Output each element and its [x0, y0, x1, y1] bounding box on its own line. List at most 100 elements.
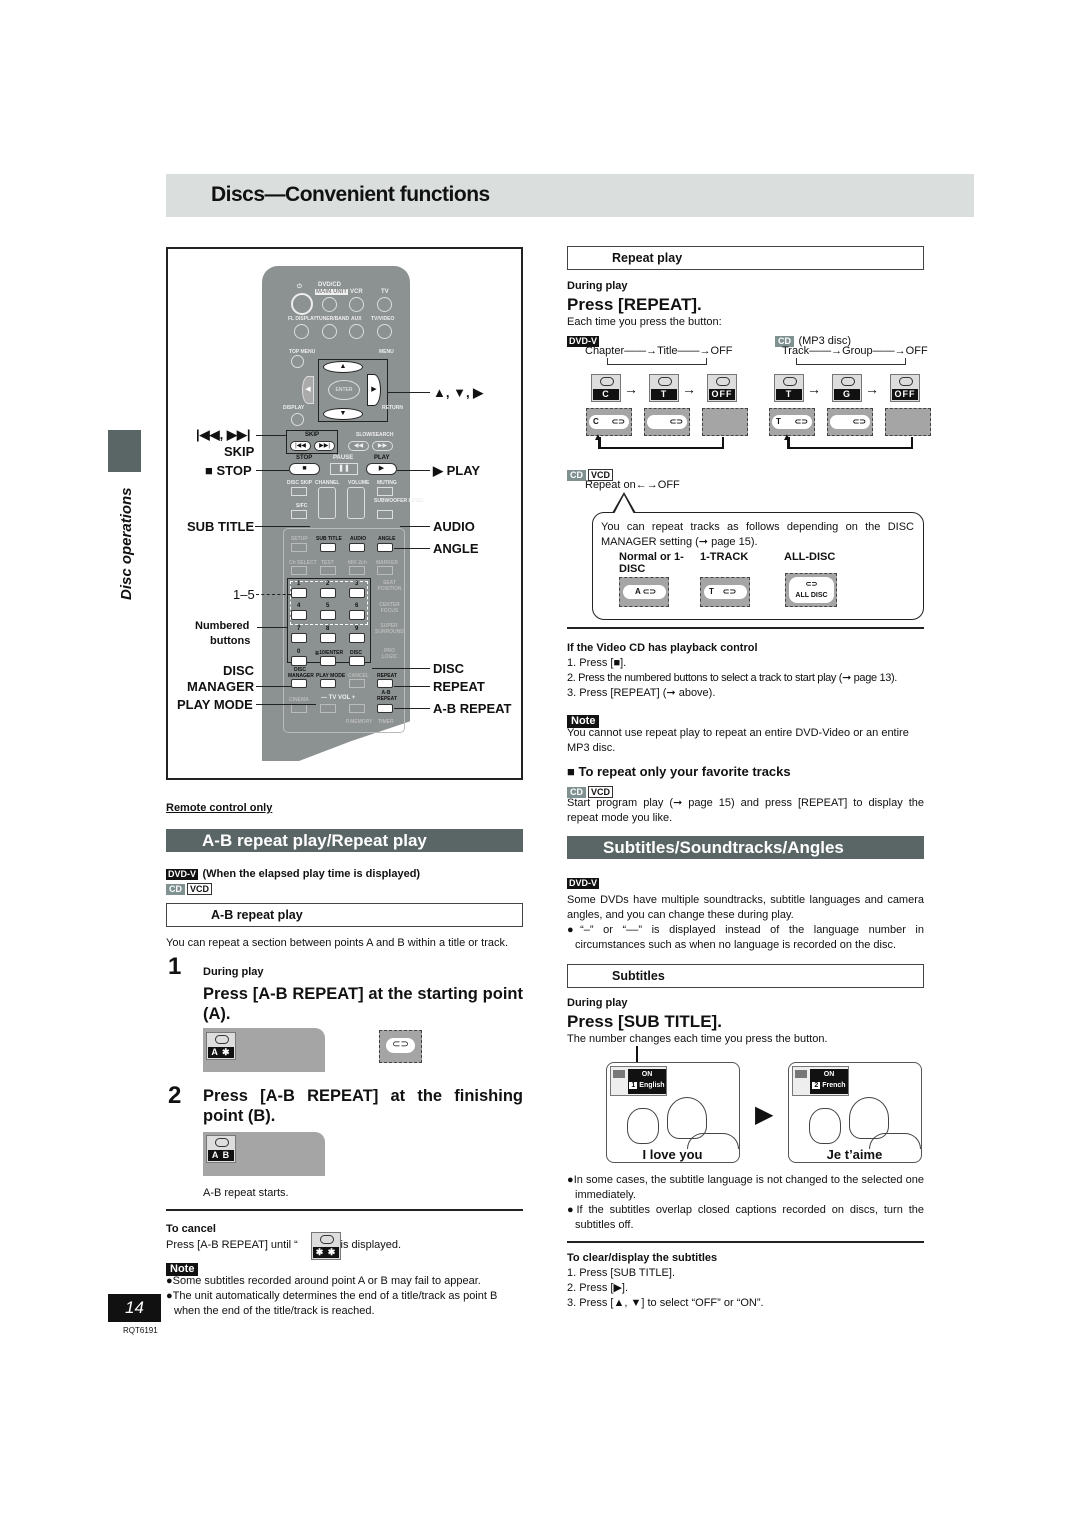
number-key-label: 3 — [355, 581, 359, 587]
skip-back-button: |◀◀ — [290, 441, 311, 451]
down-arrow-button: ▼ — [323, 408, 363, 420]
document-code: RQT6191 — [123, 1326, 158, 1335]
loop-back-line — [607, 358, 707, 365]
callout-skip-symbols: |◀◀, ▶▶| — [196, 427, 251, 442]
side-label-text: Disc operations — [118, 487, 135, 600]
balloon-pointer-fill — [614, 495, 634, 514]
aux-button — [349, 324, 364, 339]
key-label: DISC SKIP — [287, 480, 313, 486]
fl-display-pill: C ⊂⊃ — [589, 415, 629, 429]
callout-numbered: Numbered — [195, 620, 250, 632]
subtitle-icon — [613, 1070, 625, 1078]
osd-ab-icon: A B — [206, 1135, 236, 1163]
divider — [567, 1241, 924, 1243]
ab-repeat-key — [377, 704, 393, 713]
key-label: FL DISPLAY — [288, 316, 317, 322]
during-play-label: During play — [203, 966, 264, 978]
loop-back-line — [911, 437, 913, 449]
repeat-icon — [899, 377, 913, 386]
key-label: VOLUME — [348, 480, 370, 486]
each-time-text: Each time you press the button: — [567, 316, 722, 328]
callout-1-5: 1–5 — [233, 587, 255, 602]
callout-line — [394, 548, 430, 549]
fl-display-1track-pill: T ⊂⊃ — [704, 585, 747, 599]
disc-tags-cd-vcd: CD VCD — [166, 879, 213, 897]
key-label: MUTING — [377, 480, 397, 486]
woman-illustration — [627, 1108, 659, 1144]
vcr-button — [349, 297, 364, 312]
key-label: SUPER SURROUND — [375, 623, 404, 635]
page-title: Discs—Convenient functions — [211, 183, 490, 206]
arrow-right-icon: → — [807, 381, 821, 397]
play-button: ▶ — [366, 463, 397, 475]
key-label: A-B REPEAT — [377, 690, 397, 702]
enter-button: ENTER — [328, 380, 360, 400]
arrow-right-icon: → — [865, 381, 879, 397]
callout-line — [388, 392, 430, 393]
clear-subtitles-title: To clear/display the subtitles — [567, 1252, 718, 1264]
key-label: PRO LOGIC — [381, 648, 398, 660]
fl-display-alldisc-pill: ⊂⊃ ALL DISC — [789, 577, 834, 603]
fl-display-button — [294, 324, 309, 339]
power-button-icon — [291, 293, 313, 315]
arrow-up-icon: ▲ — [593, 432, 603, 443]
note-item: ●The unit automatically determines the e… — [166, 1290, 498, 1317]
arrow-up-icon: ▲ — [782, 432, 792, 443]
subtitle-number: 2 — [812, 1082, 821, 1089]
during-play-label: During play — [567, 997, 628, 1009]
number-key-label: 6 — [355, 603, 359, 609]
callout-dashed-line — [256, 594, 291, 595]
osd-label: T — [651, 389, 677, 400]
key-label: SUB TITLE — [316, 536, 342, 542]
callout-skip: SKIP — [224, 444, 255, 459]
osd-label: A — [635, 587, 641, 596]
callout-line — [256, 470, 289, 471]
callout-line — [255, 526, 310, 527]
number-key-label: 5 — [326, 603, 330, 609]
repeat-loop-icon: ⊂⊃ — [852, 417, 866, 426]
repeat-mode-osd: T — [774, 374, 804, 402]
number-key — [291, 610, 307, 620]
fl-display-indicator — [885, 408, 931, 436]
test-button — [320, 566, 336, 575]
section-title-ab-repeat: A-B repeat play/Repeat play — [166, 829, 523, 852]
step1-instruction: Press [A-B REPEAT] at the starting point… — [203, 985, 523, 1023]
number-key-label: 4 — [297, 603, 301, 609]
note-text: You cannot use repeat play to repeat an … — [567, 727, 909, 754]
stop-button: ■ — [289, 463, 320, 475]
repeat-icon — [600, 377, 614, 386]
disc-manager-key — [291, 679, 307, 688]
callout-subtitle: SUB TITLE — [187, 519, 255, 534]
key-label: CINEMA — [289, 697, 309, 703]
number-key-label: 7 — [297, 626, 301, 632]
callout-line — [257, 627, 287, 628]
key-label: SETUP — [291, 536, 308, 542]
osd-cancel-icon: ✱ ✱ — [311, 1232, 341, 1260]
key-label: CHANNEL — [315, 480, 340, 486]
seq-item: OFF — [710, 345, 733, 357]
key-label: RETURN — [382, 405, 403, 411]
repeat-icon — [783, 377, 797, 386]
clear-subtitles-steps: 1. Press [SUB TITLE]. 2. Press [▶]. 3. P… — [567, 1266, 764, 1311]
osd-label: T — [776, 417, 781, 426]
subtitle-language: French — [822, 1082, 846, 1089]
loop-back-line — [722, 437, 724, 449]
angle-key — [377, 543, 393, 552]
callout-audio: AUDIO — [433, 519, 475, 534]
subtitle-bullets: ●In some cases, the subtitle language is… — [567, 1173, 924, 1233]
fl-display-pill: T ⊂⊃ — [772, 415, 812, 429]
mix2ch-button — [349, 566, 365, 575]
page-header: Discs—Convenient functions — [166, 174, 974, 217]
osd-label: OFF — [892, 389, 918, 400]
repeat-loop-icon: ⊂⊃ — [669, 417, 683, 426]
tag-cd: CD — [567, 470, 586, 481]
repeat-loop-icon: ⊂⊃ — [611, 417, 625, 426]
subtitles-bullet: ●“–” or “––” is displayed instead of the… — [567, 924, 924, 951]
number-key-label: 9 — [355, 626, 359, 632]
callout-ab-repeat: A-B REPEAT — [433, 701, 512, 716]
number-key-label: 8 — [326, 626, 330, 632]
osd-label: G — [834, 389, 860, 400]
osd-label: ✱ ✱ — [313, 1247, 339, 1258]
osd-label: T — [709, 587, 714, 596]
repeat-mode-osd: C — [591, 374, 621, 402]
